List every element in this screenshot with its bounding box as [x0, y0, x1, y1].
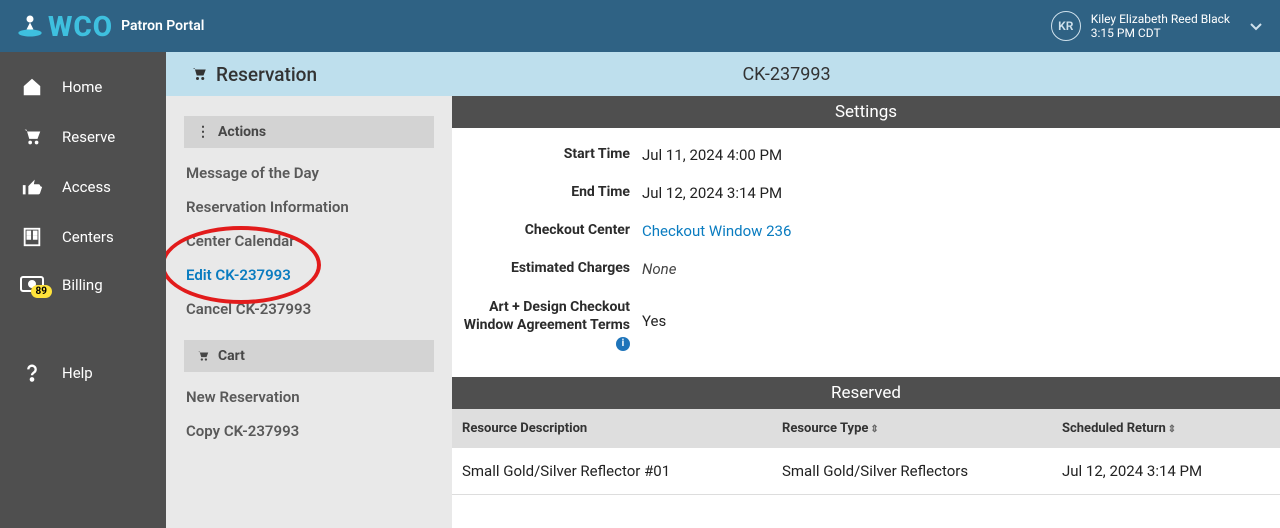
sidebar-item-label: Reserve: [62, 128, 115, 146]
action-resinfo[interactable]: Reservation Information: [184, 190, 434, 224]
kv-end: End Time Jul 12, 2024 3:14 PM: [452, 174, 1280, 212]
cart-links: New Reservation Copy CK-237993: [184, 372, 434, 462]
thumb-up-icon: [20, 176, 44, 198]
sidebar-item-billing[interactable]: 89 Billing: [0, 262, 166, 308]
est-label: Estimated Charges: [452, 260, 642, 278]
kv-start: Start Time Jul 11, 2024 4:00 PM: [452, 136, 1280, 174]
left-panel: ⋮ Actions Message of the Day Reservation…: [166, 96, 452, 528]
action-motd[interactable]: Message of the Day: [184, 156, 434, 190]
brand[interactable]: WCO Patron Portal: [16, 10, 204, 43]
surfer-icon: [16, 12, 44, 40]
sidebar-item-label: Billing: [62, 276, 103, 294]
content: ⋮ Actions Message of the Day Reservation…: [166, 96, 1280, 528]
user-meta: Kiley Elizabeth Reed Black 3:15 PM CDT: [1091, 12, 1230, 41]
page-title: Reservation: [190, 63, 317, 86]
sidebar-item-help[interactable]: Help: [0, 348, 166, 398]
chevron-down-icon[interactable]: [1248, 18, 1264, 34]
cart-newres[interactable]: New Reservation: [184, 380, 434, 414]
help-icon: [20, 362, 44, 384]
reserved-header: Reserved: [452, 377, 1280, 409]
main: Reservation CK-237993 ⋮ Actions Message …: [166, 52, 1280, 528]
topbar: WCO Patron Portal KR Kiley Elizabeth Ree…: [0, 0, 1280, 52]
settings-header: Settings: [452, 96, 1280, 128]
cart-icon: [190, 65, 208, 83]
sidebar-item-access[interactable]: Access: [0, 162, 166, 212]
cart-header-text: Cart: [218, 348, 245, 364]
actions-links: Message of the Day Reservation Informati…: [184, 148, 434, 340]
wco-logo-text: WCO: [48, 10, 113, 43]
cell-type: Small Gold/Silver Reflectors: [782, 462, 1062, 480]
sidebar-item-label: Home: [62, 78, 102, 96]
cc-label: Checkout Center: [452, 222, 642, 240]
action-calendar[interactable]: Center Calendar: [184, 224, 434, 258]
user-time: 3:15 PM CDT: [1091, 26, 1230, 40]
cart-icon: [196, 349, 210, 363]
reserved-table: Resource Description Resource Type⇕ Sche…: [452, 409, 1280, 495]
actions-header: ⋮ Actions: [184, 116, 434, 148]
portal-label: Patron Portal: [121, 18, 204, 34]
sidebar-item-label: Centers: [62, 228, 114, 246]
cell-desc: Small Gold/Silver Reflector #01: [462, 462, 782, 480]
action-cancel[interactable]: Cancel CK-237993: [184, 292, 434, 326]
agree-value: Yes: [642, 298, 666, 330]
cash-icon: 89: [20, 276, 44, 294]
reserved-table-head: Resource Description Resource Type⇕ Sche…: [452, 409, 1280, 448]
page-title-text: Reservation: [216, 63, 317, 86]
sidebar-item-home[interactable]: Home: [0, 62, 166, 112]
cart-header: Cart: [184, 340, 434, 372]
col-ret[interactable]: Scheduled Return⇕: [1062, 421, 1270, 436]
col-desc[interactable]: Resource Description: [462, 421, 782, 436]
cell-ret: Jul 12, 2024 3:14 PM: [1062, 462, 1270, 480]
end-value: Jul 12, 2024 3:14 PM: [642, 184, 782, 202]
sidebar-gap: [0, 308, 166, 348]
actions-header-text: Actions: [218, 124, 266, 140]
est-value: None: [642, 260, 676, 278]
avatar-initials: KR: [1058, 19, 1073, 33]
sidebar-item-label: Help: [62, 364, 93, 382]
pagehead: Reservation CK-237993: [166, 52, 1280, 96]
billing-badge: 89: [31, 285, 52, 298]
shell: Home Reserve Access Centers 89 Billing H…: [0, 52, 1280, 528]
page-id: CK-237993: [317, 64, 1256, 85]
sort-icon: ⇕: [1168, 424, 1176, 435]
col-ret-label: Scheduled Return: [1062, 421, 1166, 436]
sidebar-item-centers[interactable]: Centers: [0, 212, 166, 262]
start-value: Jul 11, 2024 4:00 PM: [642, 146, 782, 164]
cc-value[interactable]: Checkout Window 236: [642, 222, 791, 240]
cart-copy[interactable]: Copy CK-237993: [184, 414, 434, 448]
col-desc-label: Resource Description: [462, 421, 587, 436]
agree-label-text: Art + Design Checkout Window Agreement T…: [464, 299, 630, 333]
building-icon: [20, 226, 44, 248]
col-type[interactable]: Resource Type⇕: [782, 421, 1062, 436]
avatar: KR: [1051, 11, 1081, 41]
kebab-icon: ⋮: [196, 124, 210, 140]
kv-est: Estimated Charges None: [452, 250, 1280, 288]
sidebar-item-label: Access: [62, 178, 111, 196]
user-menu[interactable]: KR Kiley Elizabeth Reed Black 3:15 PM CD…: [1051, 11, 1264, 41]
start-label: Start Time: [452, 146, 642, 164]
action-edit[interactable]: Edit CK-237993: [184, 258, 434, 292]
end-label: End Time: [452, 184, 642, 202]
sidebar: Home Reserve Access Centers 89 Billing H…: [0, 52, 166, 528]
agree-label: Art + Design Checkout Window Agreement T…: [452, 298, 642, 353]
settings-block: Start Time Jul 11, 2024 4:00 PM End Time…: [452, 128, 1280, 377]
col-type-label: Resource Type: [782, 421, 868, 436]
sidebar-item-reserve[interactable]: Reserve: [0, 112, 166, 162]
user-name: Kiley Elizabeth Reed Black: [1091, 12, 1230, 26]
info-icon[interactable]: i: [616, 337, 630, 351]
right-panel: Settings Start Time Jul 11, 2024 4:00 PM…: [452, 96, 1280, 528]
home-icon: [20, 76, 44, 98]
kv-agree: Art + Design Checkout Window Agreement T…: [452, 288, 1280, 363]
cart-icon: [20, 126, 44, 148]
sort-icon: ⇕: [870, 424, 878, 435]
kv-cc: Checkout Center Checkout Window 236: [452, 212, 1280, 250]
table-row[interactable]: Small Gold/Silver Reflector #01 Small Go…: [452, 448, 1280, 495]
